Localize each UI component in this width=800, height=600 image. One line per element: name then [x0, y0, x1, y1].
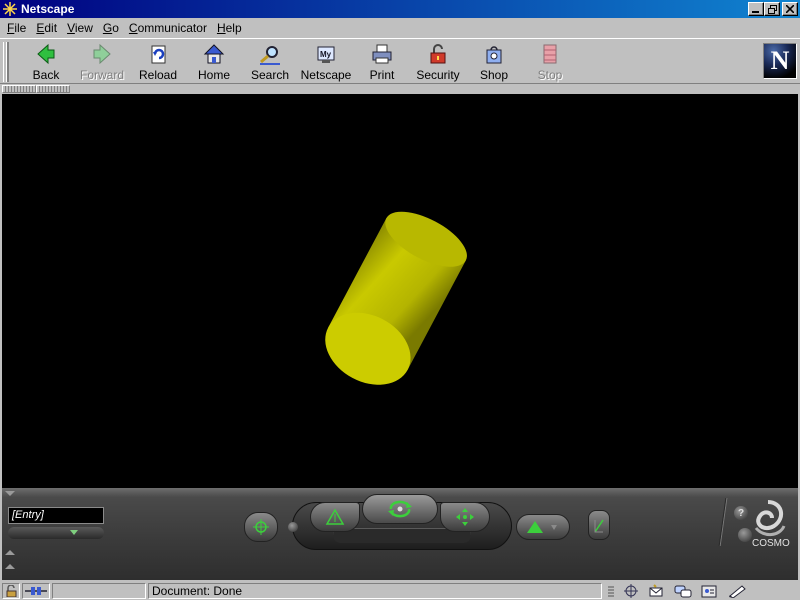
straighten-icon	[594, 519, 604, 533]
component-bar	[604, 583, 752, 599]
seek-icon	[253, 519, 269, 535]
vrml-viewport[interactable]	[2, 94, 798, 488]
my-netscape-button[interactable]: My Netscape	[298, 42, 354, 82]
menu-file[interactable]: File	[2, 21, 31, 35]
shop-label: Shop	[479, 68, 509, 82]
menu-bar: File Edit View Go Communicator Help	[0, 18, 800, 38]
logo-letter: N	[770, 46, 790, 75]
back-button[interactable]: Back	[18, 42, 74, 82]
pan-button[interactable]	[440, 502, 490, 532]
composer-icon[interactable]	[724, 584, 750, 598]
netscape-logo[interactable]: N	[763, 43, 797, 79]
progress-meter	[52, 583, 146, 599]
go-to-viewpoint-button[interactable]	[516, 514, 570, 540]
search-button[interactable]: Search	[242, 42, 298, 82]
toolbar-grip[interactable]	[3, 42, 9, 82]
navigation-toolbar: Back Forward Reload Home Search My Netsc…	[0, 38, 800, 84]
search-label: Search	[250, 68, 290, 82]
component-bar-grip[interactable]	[606, 584, 616, 598]
shop-button[interactable]: Shop	[466, 42, 522, 82]
status-bar: Document: Done	[0, 582, 800, 600]
stop-button[interactable]: Stop	[522, 42, 578, 82]
minimize-button[interactable]	[748, 2, 764, 16]
menu-communicator[interactable]: Communicator	[124, 21, 212, 35]
search-icon	[258, 42, 282, 66]
collapsed-toolbar-tab[interactable]	[2, 85, 36, 93]
shopping-bag-icon	[482, 42, 506, 66]
forward-arrow-icon	[90, 42, 114, 66]
home-button[interactable]: Home	[186, 42, 242, 82]
reload-icon	[146, 42, 170, 66]
collapse-dashboard-arrow[interactable]	[5, 491, 15, 496]
menu-view[interactable]: View	[62, 21, 98, 35]
cosmo-wordmark: COSMO	[752, 538, 790, 549]
my-netscape-label: Netscape	[300, 68, 352, 82]
yellow-cylinder[interactable]	[2, 94, 798, 488]
align-dot[interactable]	[288, 522, 298, 532]
printer-icon	[370, 42, 394, 66]
restore-button[interactable]	[764, 2, 780, 16]
cosmo-swirl-icon	[754, 500, 786, 536]
cosmo-player-dashboard: [Entry] ? COSMO	[2, 488, 798, 580]
unlocked-padlock-icon	[5, 584, 19, 598]
rotate-icon	[388, 500, 412, 518]
title-bar: Netscape	[0, 0, 800, 18]
home-label: Home	[197, 68, 230, 82]
home-icon	[202, 42, 226, 66]
seek-button[interactable]	[244, 512, 278, 542]
my-netscape-icon: My	[314, 42, 338, 66]
navigator-icon[interactable]	[620, 584, 642, 598]
stop-icon	[538, 42, 562, 66]
status-message: Document: Done	[148, 583, 602, 599]
menu-go[interactable]: Go	[98, 21, 124, 35]
connection-status	[22, 583, 50, 599]
padlock-icon	[426, 42, 450, 66]
mail-icon[interactable]	[646, 584, 668, 598]
menu-edit[interactable]: Edit	[31, 21, 62, 35]
security-label: Security	[416, 68, 460, 82]
straighten-button[interactable]	[588, 510, 610, 540]
close-button[interactable]	[782, 2, 798, 16]
cosmo-logo[interactable]: COSMO	[726, 498, 796, 550]
viewpoint-list-dropdown[interactable]	[8, 527, 104, 539]
zoom-icon	[325, 508, 345, 525]
network-plug-icon	[25, 584, 47, 598]
stop-label: Stop	[537, 68, 563, 82]
netscape-app-icon[interactable]	[2, 1, 18, 17]
go-icon	[527, 521, 557, 533]
discussions-icon[interactable]	[672, 584, 694, 598]
print-button[interactable]: Print	[354, 42, 410, 82]
viewpoint-field[interactable]: [Entry]	[8, 507, 104, 524]
print-label: Print	[369, 68, 395, 82]
pan-icon	[456, 508, 474, 526]
chevron-down-icon	[70, 530, 78, 535]
menu-help[interactable]: Help	[212, 21, 247, 35]
back-label: Back	[32, 68, 60, 82]
collapsed-toolbars	[0, 84, 800, 94]
security-status[interactable]	[2, 583, 20, 599]
svg-text:My: My	[320, 50, 332, 59]
back-arrow-icon	[34, 42, 58, 66]
address-book-icon[interactable]	[698, 584, 720, 598]
forward-label: Forward	[79, 68, 124, 82]
security-button[interactable]: Security	[410, 42, 466, 82]
next-viewpoint-arrow[interactable]	[5, 564, 15, 569]
previous-viewpoint-arrow[interactable]	[5, 550, 15, 555]
forward-button[interactable]: Forward	[74, 42, 130, 82]
zoom-button[interactable]	[310, 502, 360, 532]
reload-button[interactable]: Reload	[130, 42, 186, 82]
window-title: Netscape	[21, 2, 75, 16]
collapsed-toolbar-tab[interactable]	[36, 85, 70, 93]
status-text: Document: Done	[152, 584, 243, 598]
rotate-button[interactable]	[362, 494, 438, 524]
reload-label: Reload	[138, 68, 178, 82]
